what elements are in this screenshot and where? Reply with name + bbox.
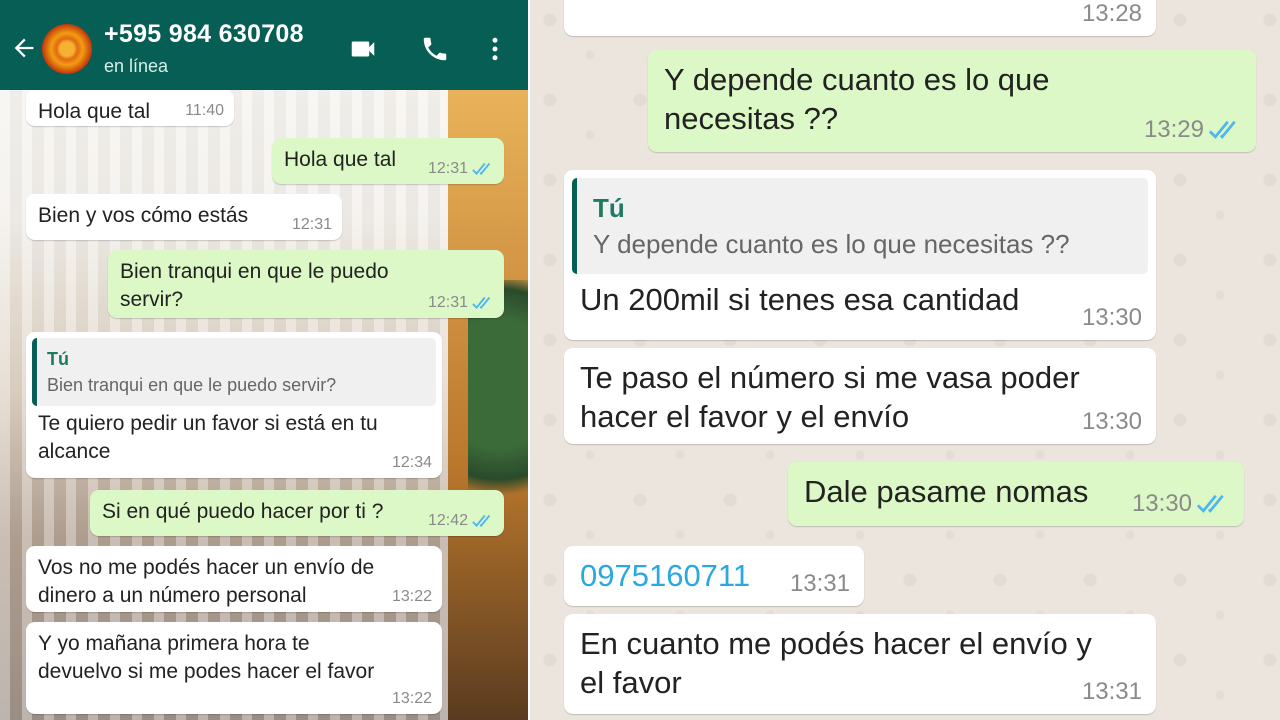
message-timestamp: 12:34: [392, 454, 432, 472]
quote-text: Y depende cuanto es lo que necesitas ??: [593, 229, 1070, 259]
incoming-message[interactable]: Vos no me podés hacer un envío de dinero…: [26, 546, 442, 612]
read-ticks-icon: [1196, 494, 1224, 513]
message-text: Y yo mañana primera hora te devuelvo si …: [38, 632, 375, 683]
timestamp-text: 13:30: [1081, 408, 1142, 435]
read-ticks-icon: [472, 296, 491, 309]
message-timestamp: 13:31: [790, 570, 850, 598]
message-timestamp: 12:31: [428, 160, 494, 178]
outgoing-message[interactable]: Hola que tal 12:31: [272, 138, 504, 184]
message-timestamp: 13:30: [1082, 304, 1142, 332]
incoming-message[interactable]: 0975160711 13:31: [564, 546, 864, 606]
contact-name[interactable]: +595 984 630708: [104, 20, 304, 49]
timestamp-text: 12:31: [427, 294, 468, 311]
incoming-message[interactable]: Hola que tal 11:40: [26, 90, 234, 126]
incoming-message[interactable]: 13:28: [564, 0, 1156, 36]
outgoing-message[interactable]: Y depende cuanto es lo que necesitas ?? 1…: [648, 50, 1256, 152]
more-vertical-icon[interactable]: [478, 34, 512, 64]
message-timestamp: 12:42: [428, 512, 494, 530]
timestamp-text: 13:29: [1143, 116, 1204, 143]
phone-icon[interactable]: [418, 34, 452, 64]
timestamp-text: 13:30: [1081, 304, 1142, 331]
chat-header: +595 984 630708 en línea: [0, 0, 528, 90]
left-screenshot-panel: +595 984 630708 en línea Hola que tal 11:…: [0, 0, 528, 720]
timestamp-text: 12:42: [427, 512, 468, 529]
timestamp-text: 12:31: [427, 160, 468, 177]
message-timestamp: 13:22: [392, 588, 432, 606]
quoted-reply[interactable]: Tú Bien tranqui en que le puedo servir?: [32, 338, 436, 406]
read-ticks-icon: [472, 162, 491, 175]
timestamp-text: 12:34: [391, 454, 432, 471]
message-text: Un 200mil si tenes esa cantidad: [580, 282, 1020, 317]
message-text: Bien tranqui en que le puedo servir?: [120, 260, 389, 311]
incoming-message[interactable]: En cuanto me podés hacer el envío y el f…: [564, 614, 1156, 714]
timestamp-text: 13:30: [1131, 490, 1192, 517]
timestamp-text: 13:31: [1081, 678, 1142, 705]
message-timestamp: 13:28: [1082, 0, 1142, 28]
message-timestamp: 13:29: [1144, 116, 1242, 144]
message-timestamp: 13:22: [392, 690, 432, 708]
message-timestamp: 12:31: [292, 216, 332, 234]
message-timestamp: 13:31: [1082, 678, 1142, 706]
arrow-left-icon[interactable]: [10, 34, 38, 62]
outgoing-message[interactable]: Bien tranqui en que le puedo servir? 12:3…: [108, 250, 504, 318]
contact-status: en línea: [104, 56, 169, 76]
avatar[interactable]: [42, 24, 92, 74]
message-timestamp: 11:40: [185, 102, 224, 120]
timestamp-text: 12:31: [291, 216, 332, 233]
timestamp-text: 13:28: [1081, 0, 1142, 27]
video-call-icon[interactable]: [346, 34, 380, 64]
message-text: Te paso el número si me vasa poder hacer…: [580, 360, 1080, 434]
timestamp-text: 13:22: [391, 588, 432, 605]
incoming-message[interactable]: Bien y vos cómo estás 12:31: [26, 194, 342, 240]
timestamp-text: 13:31: [789, 570, 850, 597]
message-timestamp: 12:31: [428, 294, 494, 312]
quoted-reply[interactable]: Tú Y depende cuanto es lo que necesitas ?…: [572, 178, 1148, 274]
timestamp-text: 11:40: [185, 102, 224, 119]
right-screenshot-panel: 13:28 Y depende cuanto es lo que necesita…: [530, 0, 1280, 720]
incoming-message[interactable]: Y yo mañana primera hora te devuelvo si …: [26, 622, 442, 714]
message-text: Te quiero pedir un favor si está en tu a…: [38, 412, 378, 463]
quote-author: Tú: [593, 193, 625, 223]
message-timestamp: 13:30: [1082, 408, 1142, 436]
incoming-message[interactable]: Tú Y depende cuanto es lo que necesitas ?…: [564, 170, 1156, 340]
incoming-message[interactable]: Tú Bien tranqui en que le puedo servir? Te…: [26, 332, 442, 478]
outgoing-message[interactable]: Dale pasame nomas 13:30: [788, 462, 1244, 526]
quote-author: Tú: [47, 349, 69, 369]
timestamp-text: 13:22: [391, 690, 432, 707]
outgoing-message[interactable]: Si en qué puedo hacer por ti ? 12:42: [90, 490, 504, 536]
message-text: [564, 0, 1156, 12]
read-ticks-icon: [472, 514, 491, 527]
message-text: Vos no me podés hacer un envío de dinero…: [38, 556, 375, 607]
message-text: En cuanto me podés hacer el envío y el f…: [580, 626, 1092, 700]
incoming-message[interactable]: Te paso el número si me vasa poder hacer…: [564, 348, 1156, 444]
message-timestamp: 13:30: [1132, 490, 1230, 518]
read-ticks-icon: [1208, 120, 1236, 139]
quote-text: Bien tranqui en que le puedo servir?: [47, 375, 337, 395]
